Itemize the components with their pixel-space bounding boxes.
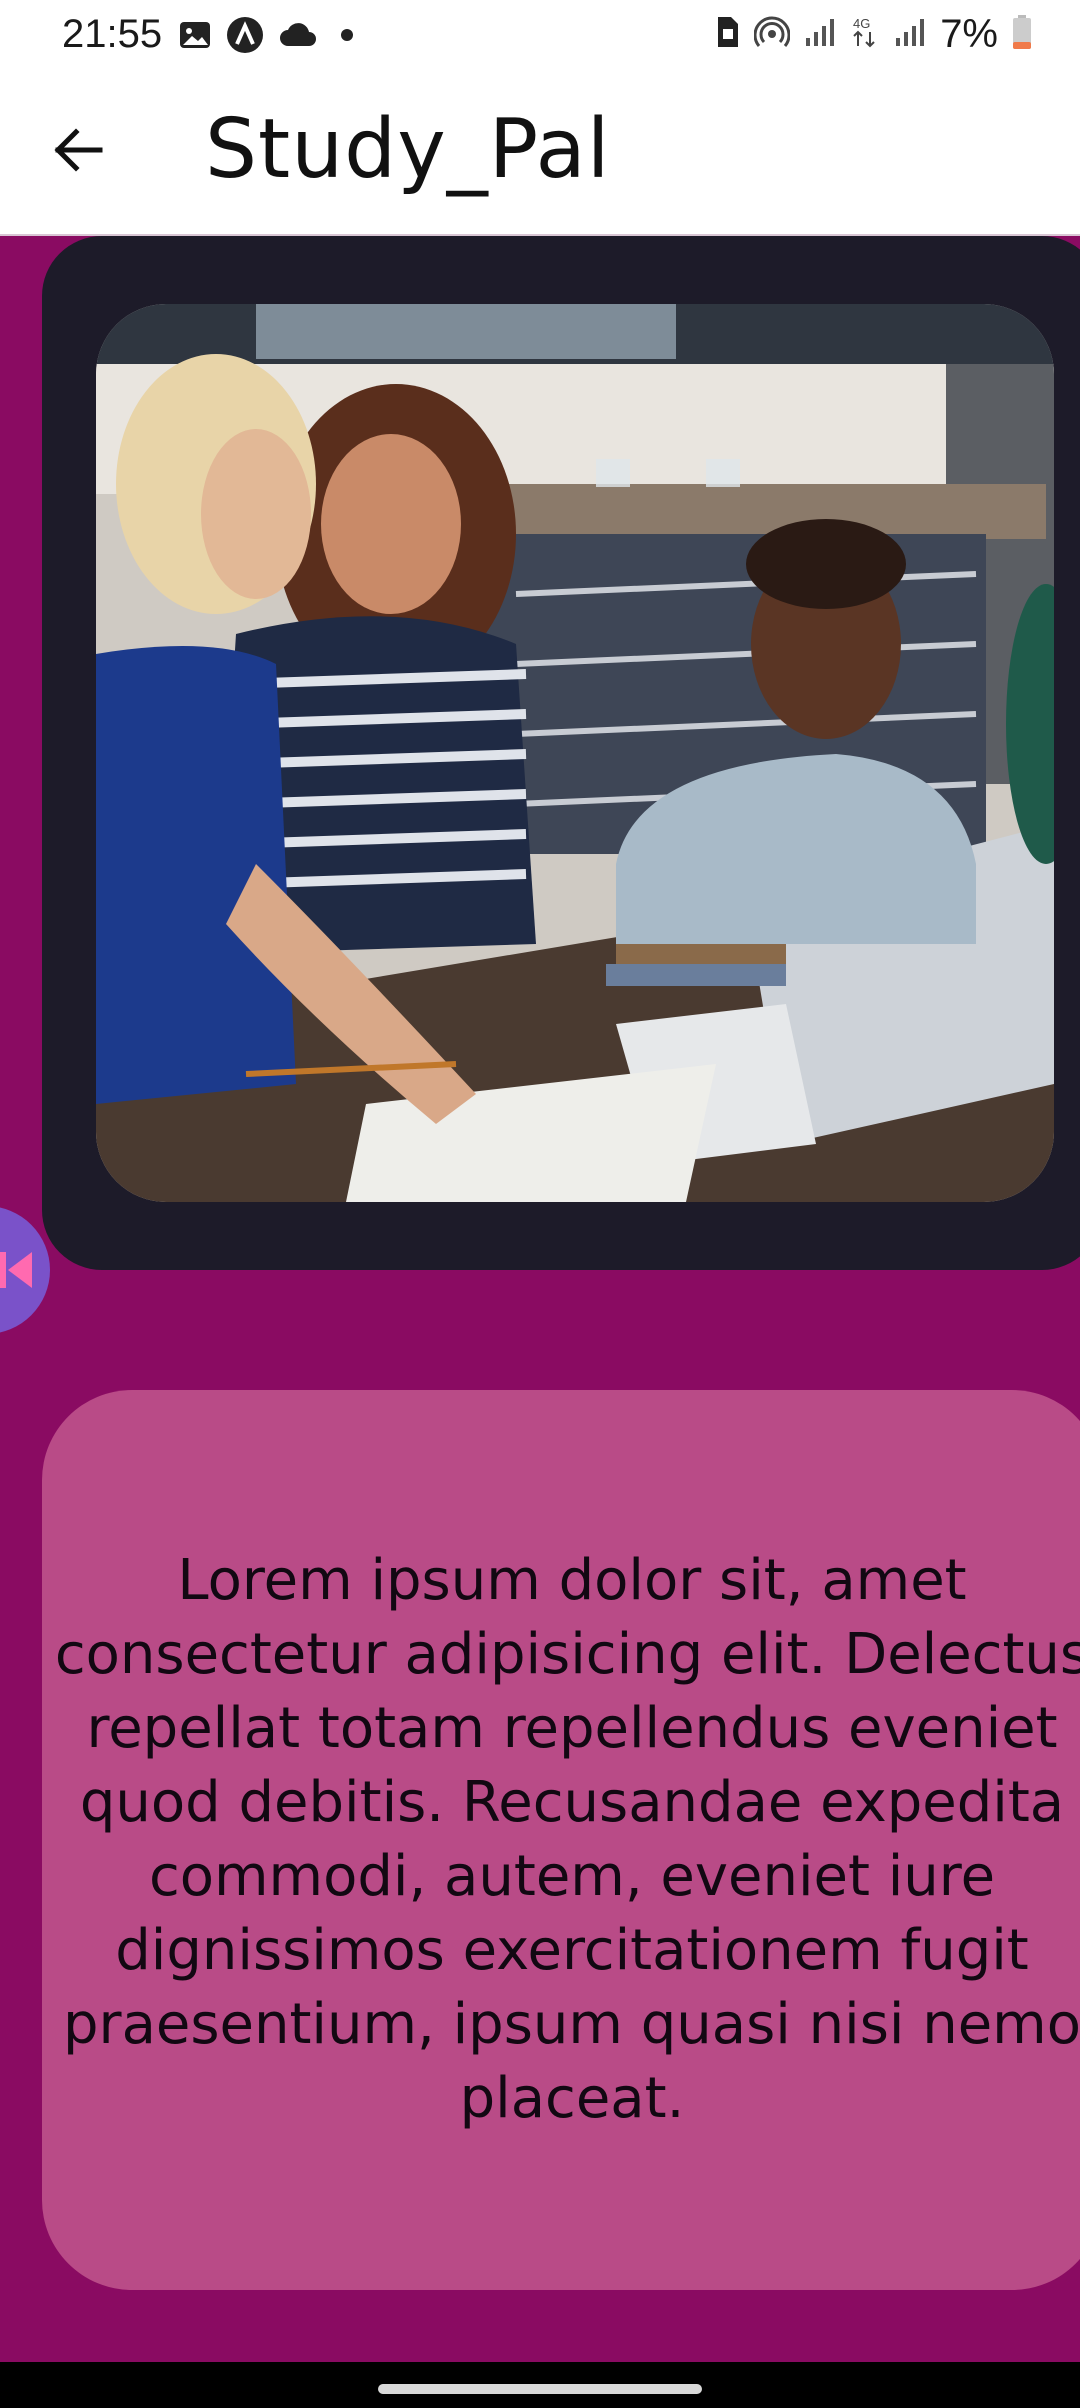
home-gesture-handle[interactable]	[378, 2384, 702, 2394]
network-4g-icon: 4G	[850, 14, 880, 55]
svg-text:4G: 4G	[853, 16, 870, 31]
status-icons-right: 4G 7%	[714, 12, 1032, 57]
dot-icon	[332, 20, 362, 55]
skip-previous-icon	[0, 1252, 32, 1288]
battery-low-icon	[1012, 14, 1032, 55]
signal-icon	[804, 16, 836, 53]
status-icons-left	[178, 16, 362, 59]
status-time: 21:55	[62, 12, 163, 56]
battery-percent: 7%	[940, 12, 998, 56]
back-button[interactable]	[42, 114, 114, 186]
side-skip-button[interactable]	[0, 1206, 50, 1334]
arrow-left-icon	[54, 128, 103, 172]
text-card: Lorem ipsum dolor sit, amet consectetur …	[42, 1390, 1080, 2290]
description-text: Lorem ipsum dolor sit, amet consectetur …	[54, 1548, 1080, 2131]
signal-icon	[894, 16, 926, 53]
students-photo	[96, 304, 1054, 1202]
a-circle-icon	[226, 16, 264, 59]
cloud-icon	[278, 20, 318, 55]
app-bar: Study_Pal	[0, 72, 1080, 236]
status-bar: 21:55 4G 7%	[0, 0, 1080, 72]
image-icon	[178, 18, 212, 57]
sim-icon	[714, 15, 740, 54]
navigation-bar	[0, 2362, 1080, 2408]
app-title: Study_Pal	[205, 102, 611, 197]
image-card	[42, 236, 1080, 1270]
hotspot-icon	[753, 14, 791, 55]
